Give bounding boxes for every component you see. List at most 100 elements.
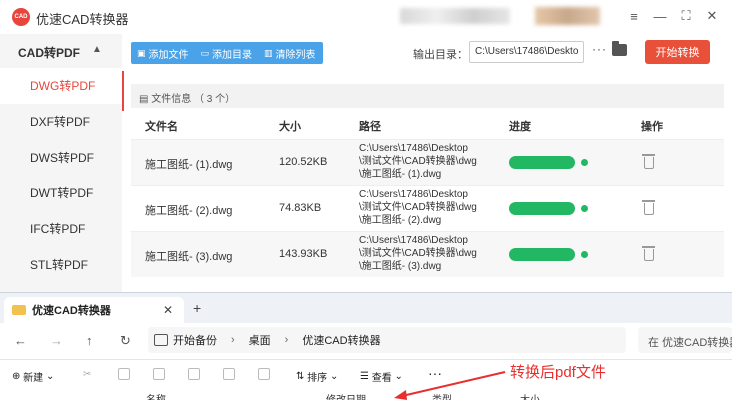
back-icon[interactable]: ← — [14, 333, 27, 348]
add-file-button[interactable]: ▣ 添加文件 — [131, 42, 195, 64]
col-name[interactable]: 名称 — [146, 391, 166, 400]
tab-title: 优速CAD转换器 — [32, 305, 111, 317]
address-bar[interactable]: 开始备份 › 桌面 › 优速CAD转换器 — [148, 327, 626, 353]
rename-icon[interactable] — [188, 368, 200, 380]
breadcrumb-item[interactable]: 桌面 — [249, 332, 271, 348]
progress-bar — [509, 156, 575, 169]
maximize-icon[interactable]: ⛶ — [674, 6, 698, 26]
cad-converter-window: CAD 优速CAD转换器 ≡ — ⛶ ✕ CAD转PDF ▲ DWG转PDF D… — [0, 0, 732, 292]
minimize-icon[interactable]: — — [648, 6, 672, 26]
command-bar: ⊕ 新建 ⌄ ✂ ⇅ 排序 ⌄ ☰ 查看 ⌄ ··· — [0, 359, 732, 391]
delete-icon[interactable] — [258, 368, 270, 380]
refresh-icon[interactable]: ↻ — [120, 333, 131, 349]
add-dir-button[interactable]: ▭ 添加目录 — [195, 42, 259, 64]
breadcrumb-item[interactable]: 优速CAD转换器 — [302, 332, 380, 348]
view-icon: ☰ — [360, 371, 372, 382]
progress-bar — [509, 202, 575, 215]
file-path: C:\Users\17486\Desktop \测试文件\CAD转换器\dwg … — [359, 235, 477, 272]
clear-list-button[interactable]: ▥ 清除列表 — [258, 42, 322, 64]
table-header: 文件名 大小 路径 进度 操作 — [131, 112, 724, 136]
sort-icon: ⇅ — [296, 371, 308, 382]
file-name: 施工图纸- (3).dwg — [145, 251, 233, 263]
col-size[interactable]: 大小 — [520, 391, 540, 400]
new-button[interactable]: ⊕ 新建 ⌄ — [12, 369, 54, 384]
share-icon[interactable] — [223, 368, 235, 380]
file-count: 文件信息 （ 3 个） — [151, 94, 236, 105]
sidebar-item-dxf[interactable]: DXF转PDF — [0, 104, 122, 140]
active-indicator — [122, 71, 124, 111]
copy-icon[interactable] — [118, 368, 130, 380]
up-icon[interactable]: ↑ — [86, 333, 93, 348]
blurred-avatar — [535, 7, 600, 25]
title-bar: CAD 优速CAD转换器 ≡ — ⛶ ✕ — [0, 0, 732, 34]
home-icon — [154, 334, 168, 346]
chevron-up-icon[interactable]: ▲ — [92, 44, 102, 55]
chevron-down-icon: ⌄ — [391, 371, 403, 382]
file-path: C:\Users\17486\Desktop \测试文件\CAD转换器\dwg … — [359, 143, 477, 180]
output-path-input[interactable]: C:\Users\17486\Deskto — [469, 41, 584, 63]
sidebar-item-ifc[interactable]: IFC转PDF — [0, 211, 122, 247]
col-type[interactable]: 类型 — [432, 391, 452, 400]
more-options-icon[interactable]: ··· — [428, 365, 442, 381]
sidebar-item-dws[interactable]: DWS转PDF — [0, 140, 122, 176]
forward-icon[interactable]: → — [50, 333, 63, 348]
col-name: 文件名 — [145, 121, 178, 133]
col-modified[interactable]: 修改日期 — [326, 391, 366, 400]
sidebar-item-dwt[interactable]: DWT转PDF — [0, 175, 122, 211]
file-info-bar: ▤ 文件信息 （ 3 个） — [131, 84, 724, 108]
delete-icon[interactable] — [642, 200, 655, 215]
sort-button[interactable]: ⇅ 排序 ⌄ — [296, 369, 338, 384]
blurred-account-info — [400, 8, 510, 24]
file-explorer-window: 优速CAD转换器 ✕ + ← → ↑ ↻ 开始备份 › 桌面 › 优速CAD转换… — [0, 292, 732, 400]
folder-icon: ▭ — [200, 47, 210, 58]
file-toolbar: ▣ 添加文件 ▭ 添加目录 ▥ 清除列表 — [131, 42, 323, 64]
file-icon: ▤ — [139, 94, 152, 105]
app-logo-icon: CAD — [12, 8, 30, 26]
output-label: 输出目录： — [413, 49, 468, 61]
cut-icon[interactable]: ✂ — [83, 369, 91, 380]
col-action: 操作 — [641, 121, 663, 133]
trash-icon: ▥ — [264, 47, 273, 58]
table-row[interactable]: 施工图纸- (2).dwg 74.83KB C:\Users\17486\Des… — [131, 185, 724, 231]
file-path: C:\Users\17486\Desktop \测试文件\CAD转换器\dwg … — [359, 189, 477, 226]
annotation-text: 转换后pdf文件 — [510, 364, 606, 381]
sidebar-item-dwg[interactable]: DWG转PDF — [0, 68, 122, 104]
file-size: 74.83KB — [279, 202, 322, 214]
file-size: 120.52KB — [279, 156, 328, 168]
table-row[interactable]: 施工图纸- (3).dwg 143.93KB C:\Users\17486\De… — [131, 231, 724, 277]
col-size: 大小 — [279, 121, 301, 133]
new-tab-icon[interactable]: + — [193, 300, 201, 316]
done-indicator — [581, 159, 588, 166]
sidebar-item-stl[interactable]: STL转PDF — [0, 247, 122, 283]
progress-bar — [509, 248, 575, 261]
app-title: 优速CAD转换器 — [36, 12, 129, 27]
plus-icon: ⊕ — [12, 371, 24, 382]
delete-icon[interactable] — [642, 154, 655, 169]
add-file-icon: ▣ — [137, 47, 146, 58]
chevron-down-icon: ⌄ — [327, 371, 339, 382]
file-size: 143.93KB — [279, 248, 328, 260]
browse-button[interactable]: ··· — [592, 42, 607, 56]
sidebar-header[interactable]: CAD转PDF — [18, 44, 80, 61]
explorer-tab[interactable]: 优速CAD转换器 ✕ — [4, 297, 184, 323]
close-tab-icon[interactable]: ✕ — [163, 303, 173, 317]
folder-icon — [12, 305, 26, 315]
file-name: 施工图纸- (1).dwg — [145, 159, 233, 171]
chevron-down-icon: ⌄ — [43, 371, 55, 382]
chevron-right-icon: › — [284, 334, 289, 346]
chevron-right-icon: › — [231, 334, 235, 346]
open-folder-icon[interactable] — [612, 41, 627, 56]
col-path: 路径 — [359, 121, 381, 133]
breadcrumb-item[interactable]: 开始备份 — [173, 332, 217, 348]
close-icon[interactable]: ✕ — [700, 6, 724, 26]
paste-icon[interactable] — [153, 368, 165, 380]
start-convert-button[interactable]: 开始转换 — [645, 40, 710, 64]
menu-icon[interactable]: ≡ — [622, 6, 646, 26]
delete-icon[interactable] — [642, 246, 655, 261]
navigation-bar: ← → ↑ ↻ 开始备份 › 桌面 › 优速CAD转换器 在 优速CAD转换器 … — [0, 323, 732, 359]
file-name: 施工图纸- (2).dwg — [145, 205, 233, 217]
table-row[interactable]: 施工图纸- (1).dwg 120.52KB C:\Users\17486\De… — [131, 139, 724, 185]
search-input[interactable]: 在 优速CAD转换器 中搜索 — [638, 327, 732, 353]
view-button[interactable]: ☰ 查看 ⌄ — [360, 369, 403, 384]
col-progress: 进度 — [509, 121, 531, 133]
